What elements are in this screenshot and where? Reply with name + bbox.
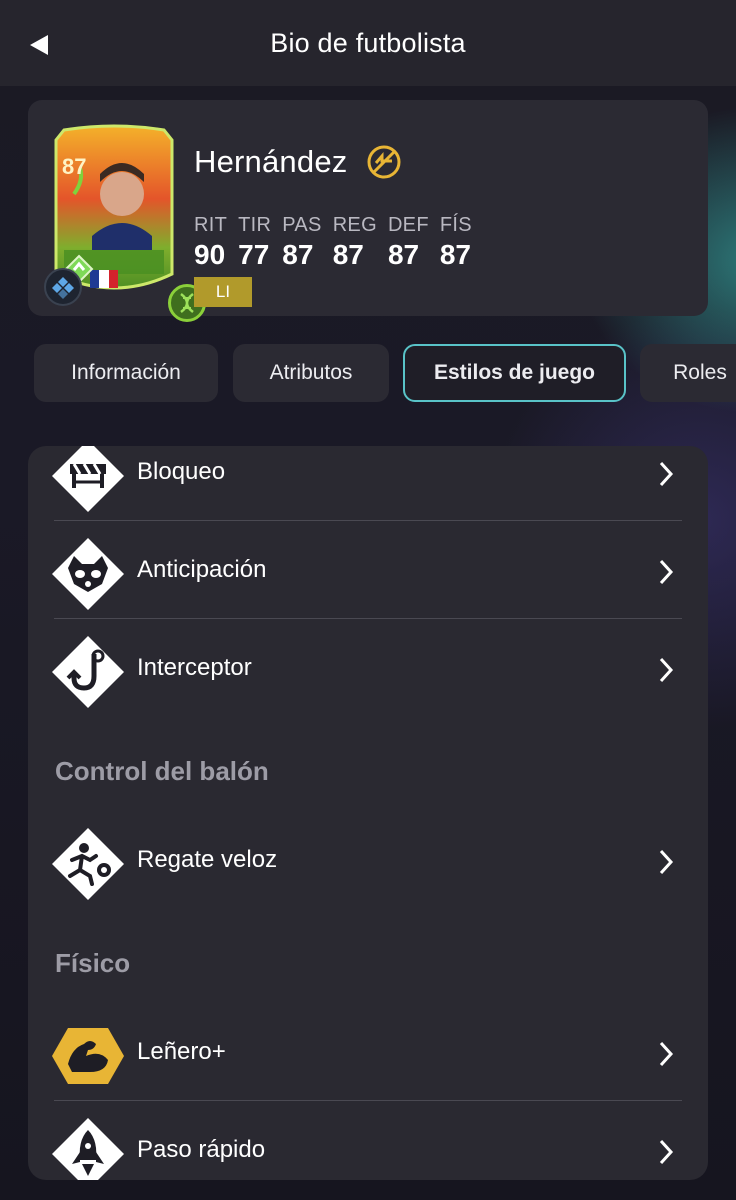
playstyle-label: Bloqueo [137, 458, 226, 485]
stat-value: 90 [194, 239, 226, 270]
playstyle-label: Regate veloz [137, 846, 278, 873]
divider [54, 618, 682, 619]
playstyle-row-paso-rapido[interactable]: Paso rápido [28, 1102, 708, 1180]
stat-value: 77 [238, 239, 270, 270]
playstyle-label: Leñero+ [137, 1038, 226, 1065]
chevron-right-icon [659, 1139, 674, 1165]
playstyle-row-anticipacion[interactable]: Anticipación [28, 522, 708, 618]
tab-bar: Información Atributos Estilos de juego R… [34, 344, 736, 402]
stat-defending: DEF 87 [388, 214, 429, 271]
flexed-arm-icon [52, 1028, 124, 1084]
stat-label: REG [332, 214, 377, 236]
chevron-right-icon [659, 559, 674, 585]
france-flag-icon [90, 270, 118, 288]
playstyle-row-interceptor[interactable]: Interceptor [28, 620, 708, 716]
rocket-icon [52, 1118, 124, 1180]
stat-dribbling: REG 87 [333, 214, 377, 271]
playstyle-row-regate-veloz[interactable]: Regate veloz [28, 812, 708, 908]
stat-passing: PAS 87 [282, 214, 321, 271]
stat-value: 87 [439, 239, 471, 270]
playstyle-label: Paso rápido [137, 1136, 266, 1163]
player-summary-card: 87 Hernández RIT 90 TIR 77 PAS 87 REG 87… [28, 100, 708, 322]
divider [54, 520, 682, 521]
playstyles-list: Bloqueo Anticipación Interceptor Control… [28, 446, 708, 1180]
position-role-icon [44, 268, 82, 306]
stat-value: 87 [387, 239, 420, 270]
chevron-right-icon [659, 461, 674, 487]
chevron-right-icon [659, 849, 674, 875]
stat-label: DEF [387, 214, 429, 236]
hook-icon [52, 636, 124, 708]
barrier-icon [52, 446, 124, 512]
stat-label: PAS [282, 214, 322, 236]
tab-roles[interactable]: Roles [640, 344, 736, 402]
divider [54, 1100, 682, 1101]
tab-atributos[interactable]: Atributos [233, 344, 389, 402]
stat-value: 87 [282, 239, 314, 270]
chevron-right-icon [659, 657, 674, 683]
back-button[interactable] [22, 28, 56, 62]
playstyle-row-bloqueo[interactable]: Bloqueo [28, 446, 708, 520]
playstyle-label: Anticipación [137, 556, 267, 583]
tab-estilos-de-juego[interactable]: Estilos de juego [403, 344, 626, 402]
section-title-physical: Físico [55, 948, 131, 978]
stat-shooting: TIR 77 [238, 214, 271, 271]
player-stats: RIT 90 TIR 77 PAS 87 REG 87 DEF 87 FÍS 8… [194, 214, 483, 271]
raccoon-icon [52, 538, 124, 610]
stat-label: TIR [238, 214, 272, 236]
top-bar: Bio de futbolista [0, 0, 736, 86]
player-name: Hernández [194, 144, 348, 179]
section-title-ball-control: Control del balón [55, 756, 269, 786]
playstyle-row-lenero-plus[interactable]: Leñero+ [28, 1004, 708, 1100]
runner-ball-icon [52, 828, 124, 900]
evolution-status-icon [367, 145, 401, 179]
position-tag: LI [194, 277, 252, 307]
player-rating: 87 [62, 154, 87, 179]
stat-pace: RIT 90 [194, 214, 227, 271]
back-arrow-icon [30, 35, 48, 55]
stat-label: RIT [194, 214, 228, 236]
stat-physical: FÍS 87 [440, 214, 472, 271]
playstyle-label: Interceptor [137, 654, 252, 681]
stat-label: FÍS [439, 214, 472, 236]
tab-informacion[interactable]: Información [34, 344, 218, 402]
stat-value: 87 [332, 239, 364, 270]
page-title: Bio de futbolista [270, 27, 466, 58]
chevron-right-icon [659, 1041, 674, 1067]
